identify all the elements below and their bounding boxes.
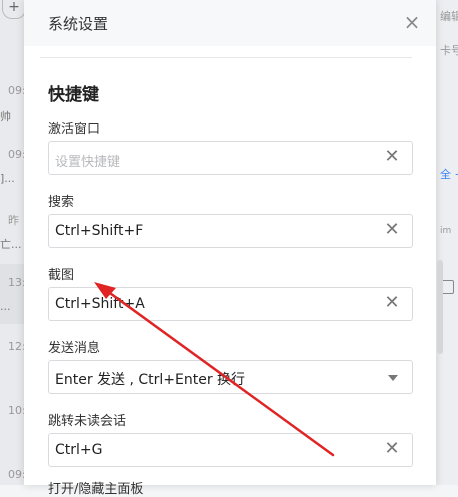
- close-icon[interactable]: ×: [402, 12, 422, 32]
- conversation-snippet: ]...: [0, 172, 15, 185]
- shortcut-value: Ctrl+Shift+A: [55, 296, 145, 312]
- send-message-select[interactable]: Enter 发送 , Ctrl+Enter 换行: [48, 360, 413, 394]
- jump-unread-shortcut-input[interactable]: Ctrl+G ✕: [48, 433, 413, 467]
- select-value: Enter 发送 , Ctrl+Enter 换行: [55, 372, 246, 388]
- section-title-shortcuts: 快捷键: [48, 85, 99, 105]
- conversation-selected-row: [0, 264, 24, 324]
- clear-icon[interactable]: ✕: [382, 293, 402, 313]
- clear-icon[interactable]: ✕: [382, 220, 402, 240]
- conversation-snippet: 帅: [0, 110, 11, 123]
- label-partial: 打开/隐藏主面板: [48, 482, 144, 497]
- divider: [40, 57, 412, 58]
- label-screenshot: 截图: [48, 268, 75, 283]
- search-shortcut-input[interactable]: Ctrl+Shift+F ✕: [48, 214, 413, 248]
- activate-window-shortcut-input[interactable]: 设置快捷键 ✕: [48, 141, 413, 175]
- shortcut-value: Ctrl+G: [55, 442, 103, 458]
- label-search: 搜索: [48, 195, 75, 210]
- label-send-message: 发送消息: [48, 341, 101, 356]
- dialog-scrollbar[interactable]: [437, 260, 443, 354]
- conversation-snippet: 亡...: [0, 238, 22, 251]
- label-jump-unread: 跳转未读会话: [48, 414, 127, 429]
- background-right-panel: 编辑 卡号 全 + im: [435, 0, 458, 485]
- conversation-time: 昨: [8, 214, 19, 227]
- shortcut-placeholder: 设置快捷键: [55, 155, 121, 170]
- clear-icon[interactable]: ✕: [382, 439, 402, 459]
- conversation-snippet: ...: [0, 300, 11, 313]
- right-panel-text: 卡号: [440, 44, 458, 57]
- shortcut-value: Ctrl+Shift+F: [55, 223, 144, 239]
- dialog-header: 系统设置 ×: [24, 0, 436, 46]
- dialog-title: 系统设置: [48, 15, 109, 33]
- right-panel-text: 全 +: [440, 168, 458, 181]
- label-activate-window: 激活窗口: [48, 122, 101, 137]
- right-panel-text: 编辑: [440, 10, 458, 23]
- settings-dialog: 系统设置 × 快捷键 激活窗口 设置快捷键 ✕ 搜索 Ctrl+Shift+F …: [24, 0, 443, 497]
- screenshot-shortcut-input[interactable]: Ctrl+Shift+A ✕: [48, 287, 413, 321]
- clear-icon[interactable]: ✕: [382, 147, 402, 167]
- chevron-down-icon: [388, 375, 398, 381]
- right-panel-text: im: [440, 226, 452, 236]
